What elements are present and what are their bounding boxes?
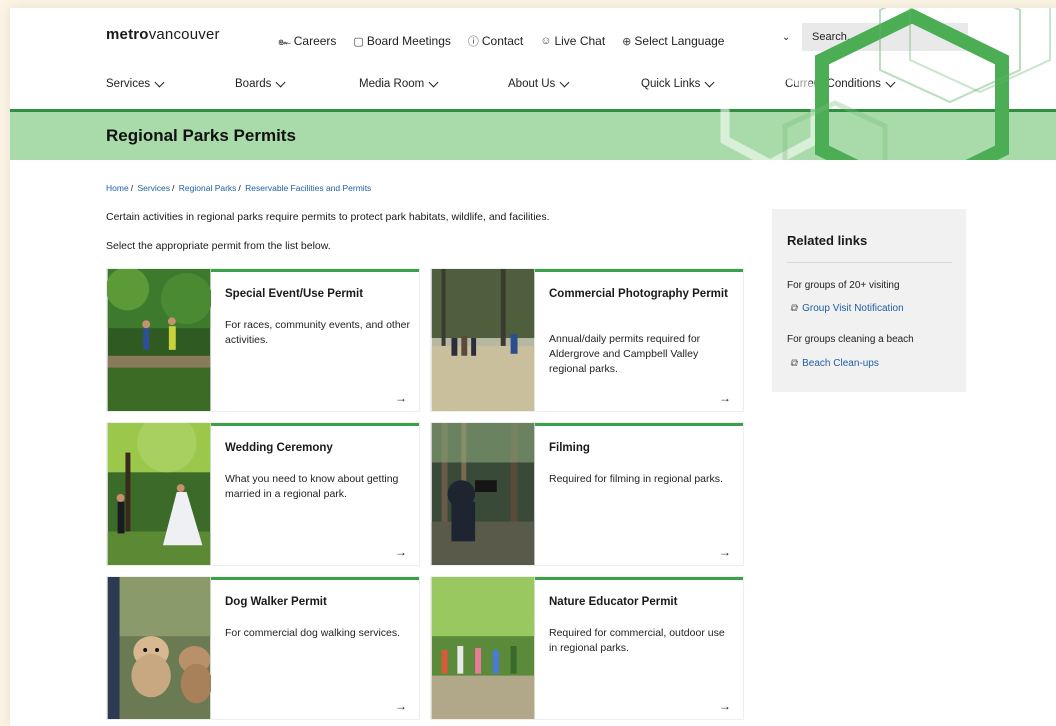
card-description: For commercial dog walking services. — [225, 627, 401, 639]
card-body: Dog Walker Permit For commercial dog wal… — [211, 577, 419, 719]
people-icon: ๛ — [278, 36, 291, 48]
utility-label: Careers — [293, 34, 337, 48]
chevron-down-icon — [428, 77, 439, 87]
site-header: metrovancouver ๛ Careers ▢ Board Meeting… — [10, 8, 1056, 110]
breadcrumb-home[interactable]: Home — [106, 183, 129, 193]
photo-photography-group — [431, 269, 535, 411]
nav-current-conditions[interactable]: Current Conditions — [785, 77, 896, 90]
card-description: What you need to know about getting marr… — [225, 473, 399, 500]
utility-nav: ๛ Careers ▢ Board Meetings ⓘ Contact ☺ L… — [278, 32, 724, 50]
chevron-down-icon — [154, 77, 165, 87]
card-title: Commercial Photography Permit — [549, 288, 728, 300]
card-body: Wedding Ceremony What you need to know a… — [211, 423, 419, 565]
card-title: Filming — [549, 442, 590, 454]
nav-label: Services — [106, 78, 151, 90]
main-nav: Services Boards Media Room About Us Quic… — [106, 77, 966, 94]
arrow-right-icon[interactable]: → — [719, 391, 731, 405]
card-description: Required for filming in regional parks. — [549, 473, 723, 485]
utility-label: Live Chat — [554, 34, 606, 48]
permit-card-nature-educator[interactable]: Nature Educator Permit Required for comm… — [430, 576, 744, 720]
arrow-right-icon[interactable]: → — [395, 545, 407, 559]
breadcrumb-regional-parks[interactable]: Regional Parks — [179, 183, 237, 193]
nav-boards[interactable]: Boards — [235, 77, 286, 90]
link-icon: ⧉ — [790, 358, 798, 369]
chevron-down-icon — [885, 77, 896, 87]
related-links-heading: Related links — [787, 233, 868, 248]
photo-dogs-walking — [107, 577, 211, 719]
breadcrumb-reservable-facilities[interactable]: Reservable Facilities and Permits — [245, 183, 371, 193]
chevron-down-icon — [275, 77, 286, 87]
arrow-right-icon[interactable]: → — [719, 545, 731, 559]
intro-instruction: Select the appropriate permit from the l… — [106, 240, 331, 252]
utility-label: Board Meetings — [366, 34, 451, 48]
search-box — [802, 23, 968, 51]
chevron-down-icon — [704, 77, 715, 87]
related-link-caption: For groups of 20+ visiting — [787, 280, 900, 291]
photo-nature-group — [431, 577, 535, 719]
globe-icon: ⊕ — [622, 35, 632, 48]
chat-icon: ☺ — [540, 35, 552, 47]
card-title: Nature Educator Permit — [549, 596, 678, 608]
photo-film-crew — [431, 423, 535, 565]
nav-label: Quick Links — [641, 78, 701, 90]
nav-label: Boards — [235, 78, 272, 90]
related-link-group-visit[interactable]: ⧉ Group Visit Notification — [790, 303, 904, 314]
calendar-icon: ▢ — [353, 35, 364, 48]
arrow-right-icon[interactable]: → — [719, 699, 731, 713]
link-icon: ⧉ — [790, 303, 798, 314]
chevron-down-icon — [559, 77, 570, 87]
info-icon: ⓘ — [467, 36, 479, 48]
nav-label: Current Conditions — [785, 78, 881, 90]
arrow-right-icon[interactable]: → — [395, 391, 407, 405]
arrow-right-icon[interactable]: → — [395, 699, 407, 713]
page-banner: Regional Parks Permits — [10, 112, 1056, 160]
utility-select-language[interactable]: ⊕ Select Language — [622, 32, 724, 50]
card-body: Commercial Photography Permit Annual/dai… — [535, 269, 743, 411]
chevron-down-icon[interactable]: ⌄ — [782, 32, 790, 43]
search-icon[interactable] — [944, 28, 960, 44]
nav-media-room[interactable]: Media Room — [359, 77, 439, 90]
nav-quick-links[interactable]: Quick Links — [641, 77, 715, 90]
card-title: Special Event/Use Permit — [225, 288, 364, 300]
intro-text: Certain activities in regional parks req… — [106, 211, 550, 223]
permit-card-wedding[interactable]: Wedding Ceremony What you need to know a… — [106, 422, 420, 566]
card-description: Required for commercial, outdoor use in … — [549, 627, 725, 654]
card-description: For races, community events, and other a… — [225, 319, 410, 346]
page: metrovancouver ๛ Careers ▢ Board Meeting… — [10, 8, 1056, 726]
card-body: Special Event/Use Permit For races, comm… — [211, 269, 419, 411]
nav-label: Media Room — [359, 78, 425, 90]
related-link-beach-cleanups[interactable]: ⧉ Beach Clean-ups — [790, 358, 879, 369]
breadcrumb-services[interactable]: Services — [137, 183, 170, 193]
photo-wedding-couple — [107, 423, 211, 565]
utility-contact[interactable]: ⓘ Contact — [468, 32, 523, 50]
permit-card-dog-walker[interactable]: Dog Walker Permit For commercial dog wal… — [106, 576, 420, 720]
card-description: Annual/daily permits required for Alderg… — [549, 333, 701, 375]
photo-trail-runners — [107, 269, 211, 411]
utility-label: Contact — [481, 34, 524, 48]
card-title: Wedding Ceremony — [225, 442, 333, 454]
utility-careers[interactable]: ๛ Careers — [278, 32, 336, 50]
card-title: Dog Walker Permit — [225, 596, 327, 608]
search-input[interactable] — [802, 31, 932, 43]
permit-card-filming[interactable]: Filming Required for filming in regional… — [430, 422, 744, 566]
card-body: Filming Required for filming in regional… — [535, 423, 743, 565]
related-link-label: Beach Clean-ups — [802, 358, 879, 369]
card-body: Nature Educator Permit Required for comm… — [535, 577, 743, 719]
utility-live-chat[interactable]: ☺ Live Chat — [540, 32, 605, 50]
permit-card-commercial-photography[interactable]: Commercial Photography Permit Annual/dai… — [430, 268, 744, 412]
breadcrumb: Home / Services / Regional Parks / Reservab… — [106, 183, 372, 193]
nav-label: About Us — [508, 78, 556, 90]
related-link-caption: For groups cleaning a beach — [787, 334, 914, 345]
utility-board-meetings[interactable]: ▢ Board Meetings — [353, 32, 450, 50]
divider — [787, 262, 952, 263]
related-links-panel: Related links For groups of 20+ visiting… — [772, 209, 966, 392]
related-link-label: Group Visit Notification — [802, 303, 904, 314]
nav-services[interactable]: Services — [106, 77, 165, 90]
page-title: Regional Parks Permits — [106, 126, 296, 145]
metro-vancouver-logo[interactable]: metrovancouver — [106, 26, 220, 43]
permit-card-special-event[interactable]: Special Event/Use Permit For races, comm… — [106, 268, 420, 412]
nav-about-us[interactable]: About Us — [508, 77, 570, 90]
utility-label: Select Language — [634, 34, 725, 48]
